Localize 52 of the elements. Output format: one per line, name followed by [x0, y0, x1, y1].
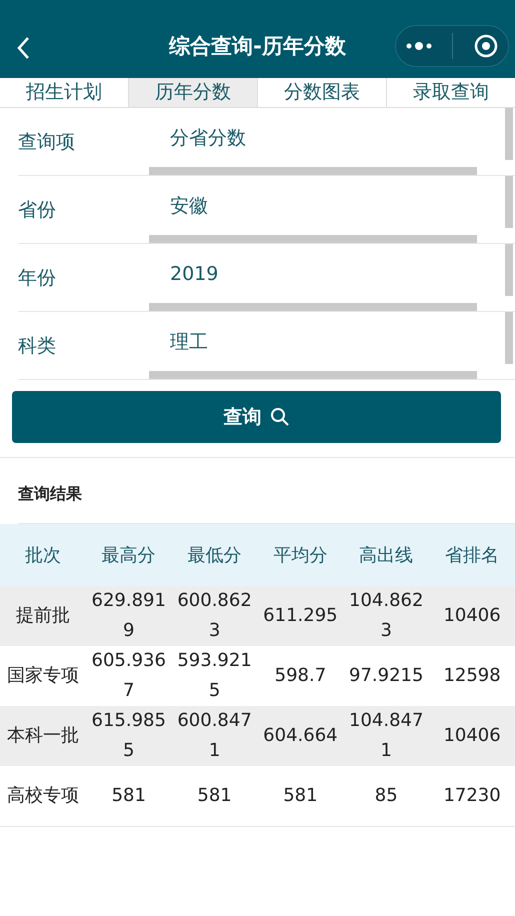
column-header: 平均分 [257, 524, 344, 586]
table-cell: 600.8623 [172, 586, 258, 646]
table-cell: 581 [86, 766, 172, 826]
scrollbar[interactable] [505, 108, 513, 160]
table-cell: 629.8919 [86, 586, 172, 646]
table-cell: 本科一批 [0, 706, 86, 766]
select-field[interactable]: 分省分数 [149, 108, 477, 175]
page-title: 综合查询-历年分数 [169, 33, 346, 60]
select-field[interactable]: 2019 [149, 244, 477, 311]
table-cell: 611.295 [257, 586, 344, 646]
table-cell: 615.9855 [86, 706, 172, 766]
table-cell: 104.8471 [343, 706, 430, 766]
table-cell: 10406 [429, 586, 515, 646]
table-cell: 85 [343, 766, 430, 826]
tab[interactable]: 历年分数 [128, 78, 257, 107]
more-icon[interactable] [406, 41, 432, 51]
table-cell: 600.8471 [172, 706, 258, 766]
table-cell: 12598 [429, 646, 515, 706]
table-cell: 97.9215 [343, 646, 430, 706]
table-cell: 17230 [429, 766, 515, 826]
column-header: 最低分 [172, 524, 258, 586]
tab[interactable]: 招生计划 [0, 78, 128, 107]
table-cell: 581 [172, 766, 258, 826]
query-button[interactable]: 查询 [12, 391, 501, 443]
select-field[interactable]: 安徽 [149, 176, 477, 243]
column-header: 批次 [0, 524, 86, 586]
select-field[interactable]: 理工 [149, 312, 477, 379]
field-label: 年份 [18, 266, 57, 290]
table-cell: 高校专项 [0, 766, 86, 826]
scrollbar[interactable] [505, 312, 513, 364]
scrollbar[interactable] [505, 244, 513, 296]
field-label: 查询项 [18, 130, 76, 154]
back-icon[interactable] [16, 36, 30, 60]
table-cell: 国家专项 [0, 646, 86, 706]
field-label: 科类 [18, 334, 57, 358]
tab[interactable]: 分数图表 [257, 78, 386, 107]
search-icon [270, 407, 290, 427]
column-header: 省排名 [429, 524, 515, 586]
table-cell: 605.9367 [86, 646, 172, 706]
table-cell: 104.8623 [343, 586, 430, 646]
table-cell: 提前批 [0, 586, 86, 646]
scrollbar[interactable] [505, 176, 513, 228]
table-cell: 10406 [429, 706, 515, 766]
table-cell: 581 [257, 766, 344, 826]
column-header: 最高分 [86, 524, 172, 586]
tab[interactable]: 录取查询 [386, 78, 515, 107]
table-cell: 598.7 [257, 646, 344, 706]
column-header: 高出线 [343, 524, 430, 586]
field-label: 省份 [18, 198, 57, 222]
table-cell: 593.9215 [172, 646, 258, 706]
close-icon[interactable] [474, 34, 498, 58]
table-cell: 604.664 [257, 706, 344, 766]
